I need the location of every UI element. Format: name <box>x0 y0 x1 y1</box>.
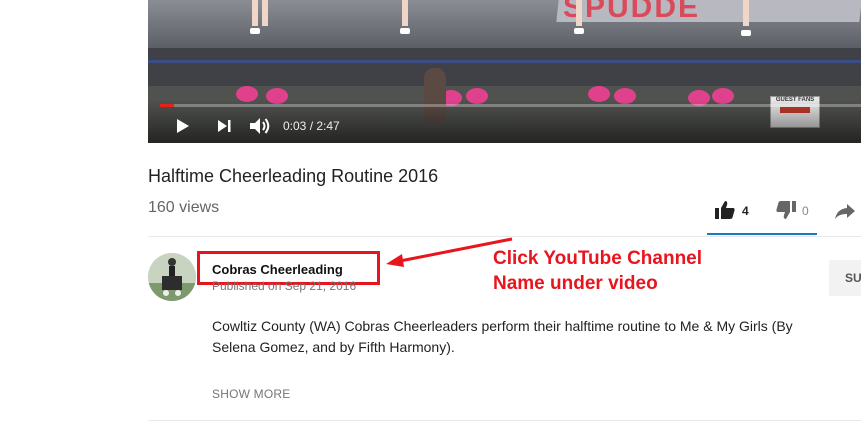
video-frame-shoe <box>250 28 260 34</box>
time-current: 0:03 <box>283 119 307 133</box>
play-button[interactable] <box>170 115 194 137</box>
like-count: 4 <box>742 204 749 218</box>
subscribe-label: SU <box>845 271 861 285</box>
annotation-line-2: Name under video <box>493 273 658 294</box>
video-frame-shoe <box>400 28 410 34</box>
thumbs-down-icon <box>776 201 796 219</box>
video-frame-leg <box>402 0 408 26</box>
time-display: 0:03 / 2:47 <box>283 119 340 133</box>
annotation-line-1: Click YouTube Channel <box>493 248 703 269</box>
video-title: Halftime Cheerleading Routine 2016 <box>148 166 439 186</box>
share-icon <box>835 204 855 219</box>
dislike-count: 0 <box>802 204 809 218</box>
avatar-image <box>148 253 196 301</box>
next-icon <box>218 120 231 132</box>
volume-button[interactable] <box>247 114 273 138</box>
video-frame-banner-text: SPUDDE <box>563 0 701 24</box>
video-frame-leg <box>576 0 582 26</box>
show-more-button[interactable]: SHOW MORE <box>212 387 290 401</box>
video-frame-leg <box>262 0 268 26</box>
video-frame-shoe <box>741 30 751 36</box>
time-total: 2:47 <box>316 119 340 133</box>
channel-avatar[interactable] <box>148 253 196 301</box>
video-frame-shoe <box>574 28 584 34</box>
progress-bar[interactable] <box>160 104 861 107</box>
annotation-text: Click YouTube Channel Name under video <box>493 246 793 296</box>
published-date: Published on Sep 21, 2016 <box>212 279 357 293</box>
play-icon <box>177 119 189 133</box>
time-separator: / <box>306 119 317 133</box>
divider <box>148 420 861 421</box>
video-description: Cowltiz County (WA) Cobras Cheerleaders … <box>212 318 793 355</box>
share-button[interactable] <box>833 200 857 222</box>
thumbs-up-icon <box>715 201 735 219</box>
video-frame-leg <box>252 0 258 26</box>
progress-fill <box>160 104 175 107</box>
view-count: 160 views <box>148 199 220 216</box>
like-ratio-bar <box>707 233 817 235</box>
video-frame-leg <box>743 0 749 26</box>
video-frame-lane-line <box>148 60 861 63</box>
next-button[interactable] <box>212 115 236 137</box>
volume-icon <box>250 118 270 134</box>
